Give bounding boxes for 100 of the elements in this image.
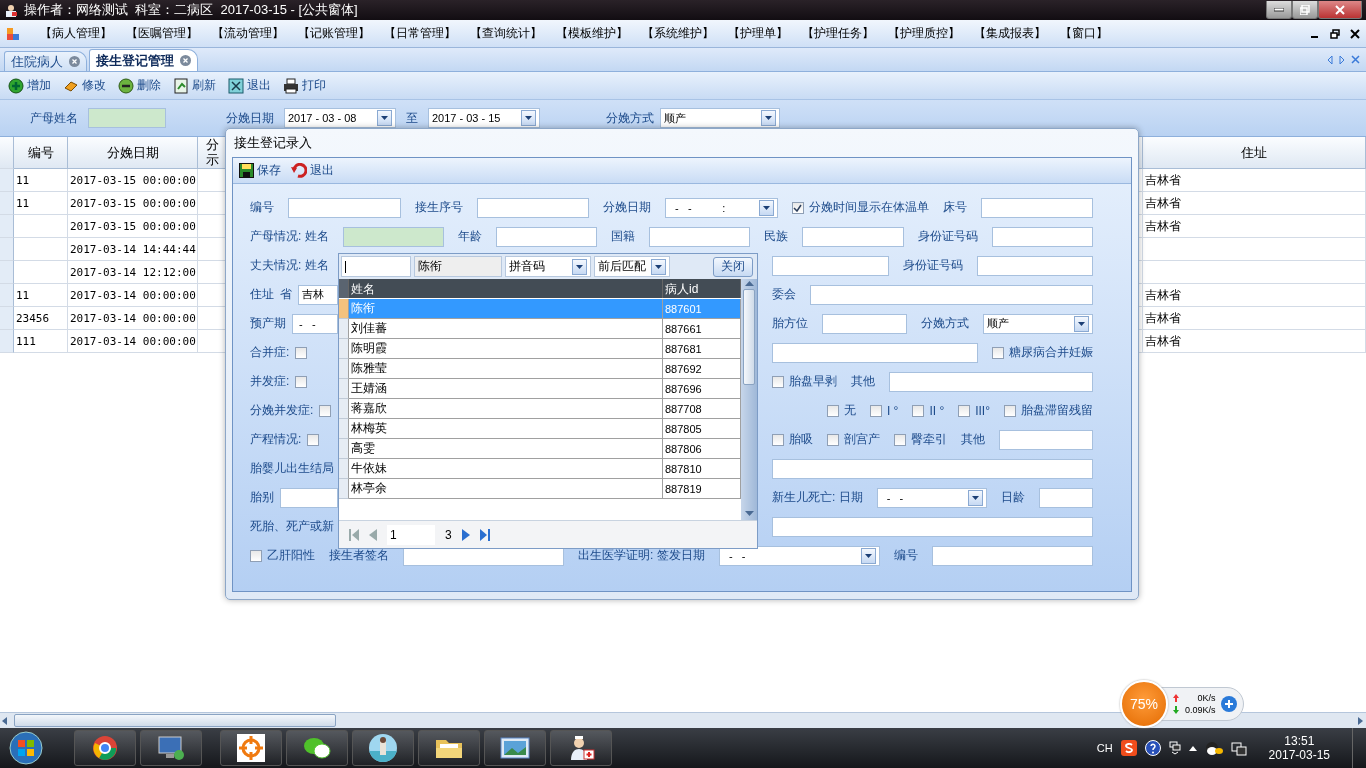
checkbox[interactable] bbox=[827, 433, 839, 446]
date-dropdown[interactable]: - - bbox=[718, 545, 880, 566]
checkbox[interactable] bbox=[772, 375, 784, 388]
list-item[interactable]: 林亭余 bbox=[349, 479, 663, 499]
scroll-left-icon[interactable] bbox=[1327, 54, 1333, 65]
input-field[interactable] bbox=[476, 197, 589, 218]
input-field[interactable] bbox=[342, 226, 444, 247]
input-field[interactable] bbox=[772, 255, 889, 276]
list-item[interactable]: 牛依妹 bbox=[349, 459, 663, 479]
list-item[interactable]: 王婧涵 bbox=[349, 379, 663, 399]
menu-item[interactable]: 【系统维护】 bbox=[642, 25, 714, 42]
input-field[interactable] bbox=[1038, 487, 1093, 508]
checkbox[interactable] bbox=[319, 404, 332, 417]
menu-item[interactable]: 【护理单】 bbox=[728, 25, 788, 42]
scroll-right-icon[interactable] bbox=[1358, 716, 1364, 725]
last-page-icon[interactable] bbox=[479, 528, 490, 541]
dropdown-button[interactable] bbox=[761, 110, 776, 126]
list-item[interactable]: 高雯 bbox=[349, 439, 663, 459]
close-button[interactable]: 关闭 bbox=[713, 256, 753, 277]
checkbox[interactable] bbox=[894, 433, 906, 446]
minimize-button[interactable] bbox=[1266, 1, 1292, 19]
input-field[interactable] bbox=[280, 487, 338, 508]
scroll-down-icon[interactable] bbox=[744, 511, 754, 516]
list-item[interactable]: 陈雅莹 bbox=[349, 359, 663, 379]
start-button[interactable] bbox=[6, 730, 46, 766]
list-item[interactable]: 林梅英 bbox=[349, 419, 663, 439]
input-field[interactable] bbox=[495, 226, 598, 247]
checkbox[interactable] bbox=[1004, 404, 1016, 417]
taskbar-app[interactable] bbox=[220, 730, 282, 766]
checkbox[interactable] bbox=[307, 433, 320, 446]
menu-item[interactable]: 【护理质控】 bbox=[888, 25, 960, 42]
network-icon[interactable] bbox=[1230, 740, 1247, 756]
toolbar-button[interactable]: 删除 bbox=[118, 77, 161, 94]
dropdown-button[interactable] bbox=[651, 258, 666, 275]
taskbar-app[interactable] bbox=[140, 730, 202, 766]
checkbox[interactable] bbox=[869, 404, 882, 417]
toolbar-button[interactable]: 保存 bbox=[239, 162, 281, 179]
vertical-scrollbar[interactable] bbox=[741, 279, 757, 520]
input-field[interactable] bbox=[88, 108, 166, 128]
toolbar-button[interactable]: 刷新 bbox=[173, 77, 216, 94]
input-field[interactable]: - - bbox=[292, 313, 338, 334]
show-hidden-icon[interactable] bbox=[1188, 745, 1197, 751]
menu-item[interactable]: 【医嘱管理】 bbox=[126, 25, 198, 42]
dropdown-button[interactable] bbox=[377, 110, 392, 126]
list-item[interactable]: 蒋嘉欣 bbox=[349, 399, 663, 419]
search-field[interactable] bbox=[341, 256, 411, 277]
checkbox[interactable] bbox=[295, 346, 308, 359]
input-field[interactable] bbox=[649, 226, 751, 247]
dropdown-button[interactable] bbox=[572, 258, 587, 275]
scroll-left-icon[interactable] bbox=[2, 716, 8, 725]
input-field[interactable] bbox=[772, 516, 1093, 537]
input-method-icon[interactable] bbox=[1120, 740, 1137, 756]
input-field[interactable] bbox=[772, 342, 978, 363]
menu-item[interactable]: 【记账管理】 bbox=[298, 25, 370, 42]
menu-item[interactable]: 【病人管理】 bbox=[40, 25, 112, 42]
checkbox[interactable] bbox=[772, 433, 784, 446]
menu-item[interactable]: 【模板维护】 bbox=[556, 25, 628, 42]
taskbar-app[interactable] bbox=[484, 730, 546, 766]
display-icon[interactable] bbox=[1168, 741, 1181, 755]
next-page-icon[interactable] bbox=[461, 528, 470, 541]
input-field[interactable] bbox=[976, 255, 1093, 276]
add-icon[interactable] bbox=[1219, 695, 1238, 713]
toolbar-button[interactable]: 打印 bbox=[283, 77, 326, 94]
help-icon[interactable] bbox=[1144, 740, 1161, 756]
toolbar-button[interactable]: 退出 bbox=[291, 162, 334, 179]
toolbar-button[interactable]: 退出 bbox=[228, 77, 271, 94]
taskbar-app[interactable] bbox=[550, 730, 612, 766]
tab[interactable]: 住院病人 bbox=[4, 51, 87, 71]
mode-dropdown[interactable]: 拼音码 bbox=[505, 256, 591, 277]
date-dropdown[interactable]: 2017 - 03 - 15 bbox=[428, 108, 540, 128]
close-icon[interactable] bbox=[1350, 28, 1360, 39]
input-field[interactable] bbox=[889, 371, 1093, 392]
list-item[interactable]: 刘佳蕃 bbox=[349, 319, 663, 339]
input-field[interactable] bbox=[772, 458, 1093, 479]
checkbox[interactable] bbox=[250, 549, 262, 562]
input-field[interactable] bbox=[810, 284, 1093, 305]
restore-icon[interactable] bbox=[1330, 28, 1340, 39]
date-dropdown[interactable]: 2017 - 03 - 08 bbox=[284, 108, 396, 128]
method-dropdown[interactable]: 顺产 bbox=[660, 108, 780, 128]
menu-item[interactable]: 【集成报表】 bbox=[974, 25, 1046, 42]
match-dropdown[interactable]: 前后匹配 bbox=[594, 256, 670, 277]
taskbar-app[interactable] bbox=[352, 730, 414, 766]
first-page-icon[interactable] bbox=[349, 528, 359, 541]
clock[interactable]: 13:51 2017-03-15 bbox=[1254, 734, 1344, 762]
taskbar-app[interactable] bbox=[74, 730, 136, 766]
menu-item[interactable]: 【窗口】 bbox=[1060, 25, 1108, 42]
checkbox[interactable] bbox=[912, 404, 925, 417]
scrollbar-thumb[interactable] bbox=[14, 714, 336, 727]
toolbar-button[interactable]: 增加 bbox=[8, 77, 51, 94]
menu-item[interactable]: 【日常管理】 bbox=[384, 25, 456, 42]
dropdown-button[interactable] bbox=[860, 547, 876, 564]
date-dropdown[interactable]: 顺产 bbox=[983, 313, 1093, 334]
checkbox[interactable] bbox=[826, 404, 839, 417]
dropdown-button[interactable] bbox=[1074, 315, 1089, 332]
checkbox[interactable] bbox=[791, 201, 804, 214]
checkbox[interactable] bbox=[992, 346, 1004, 359]
taskbar-app[interactable] bbox=[286, 730, 348, 766]
toolbar-button[interactable]: 修改 bbox=[63, 77, 106, 94]
tab[interactable]: 接生登记管理 bbox=[89, 49, 198, 71]
menu-item[interactable]: 【流动管理】 bbox=[212, 25, 284, 42]
